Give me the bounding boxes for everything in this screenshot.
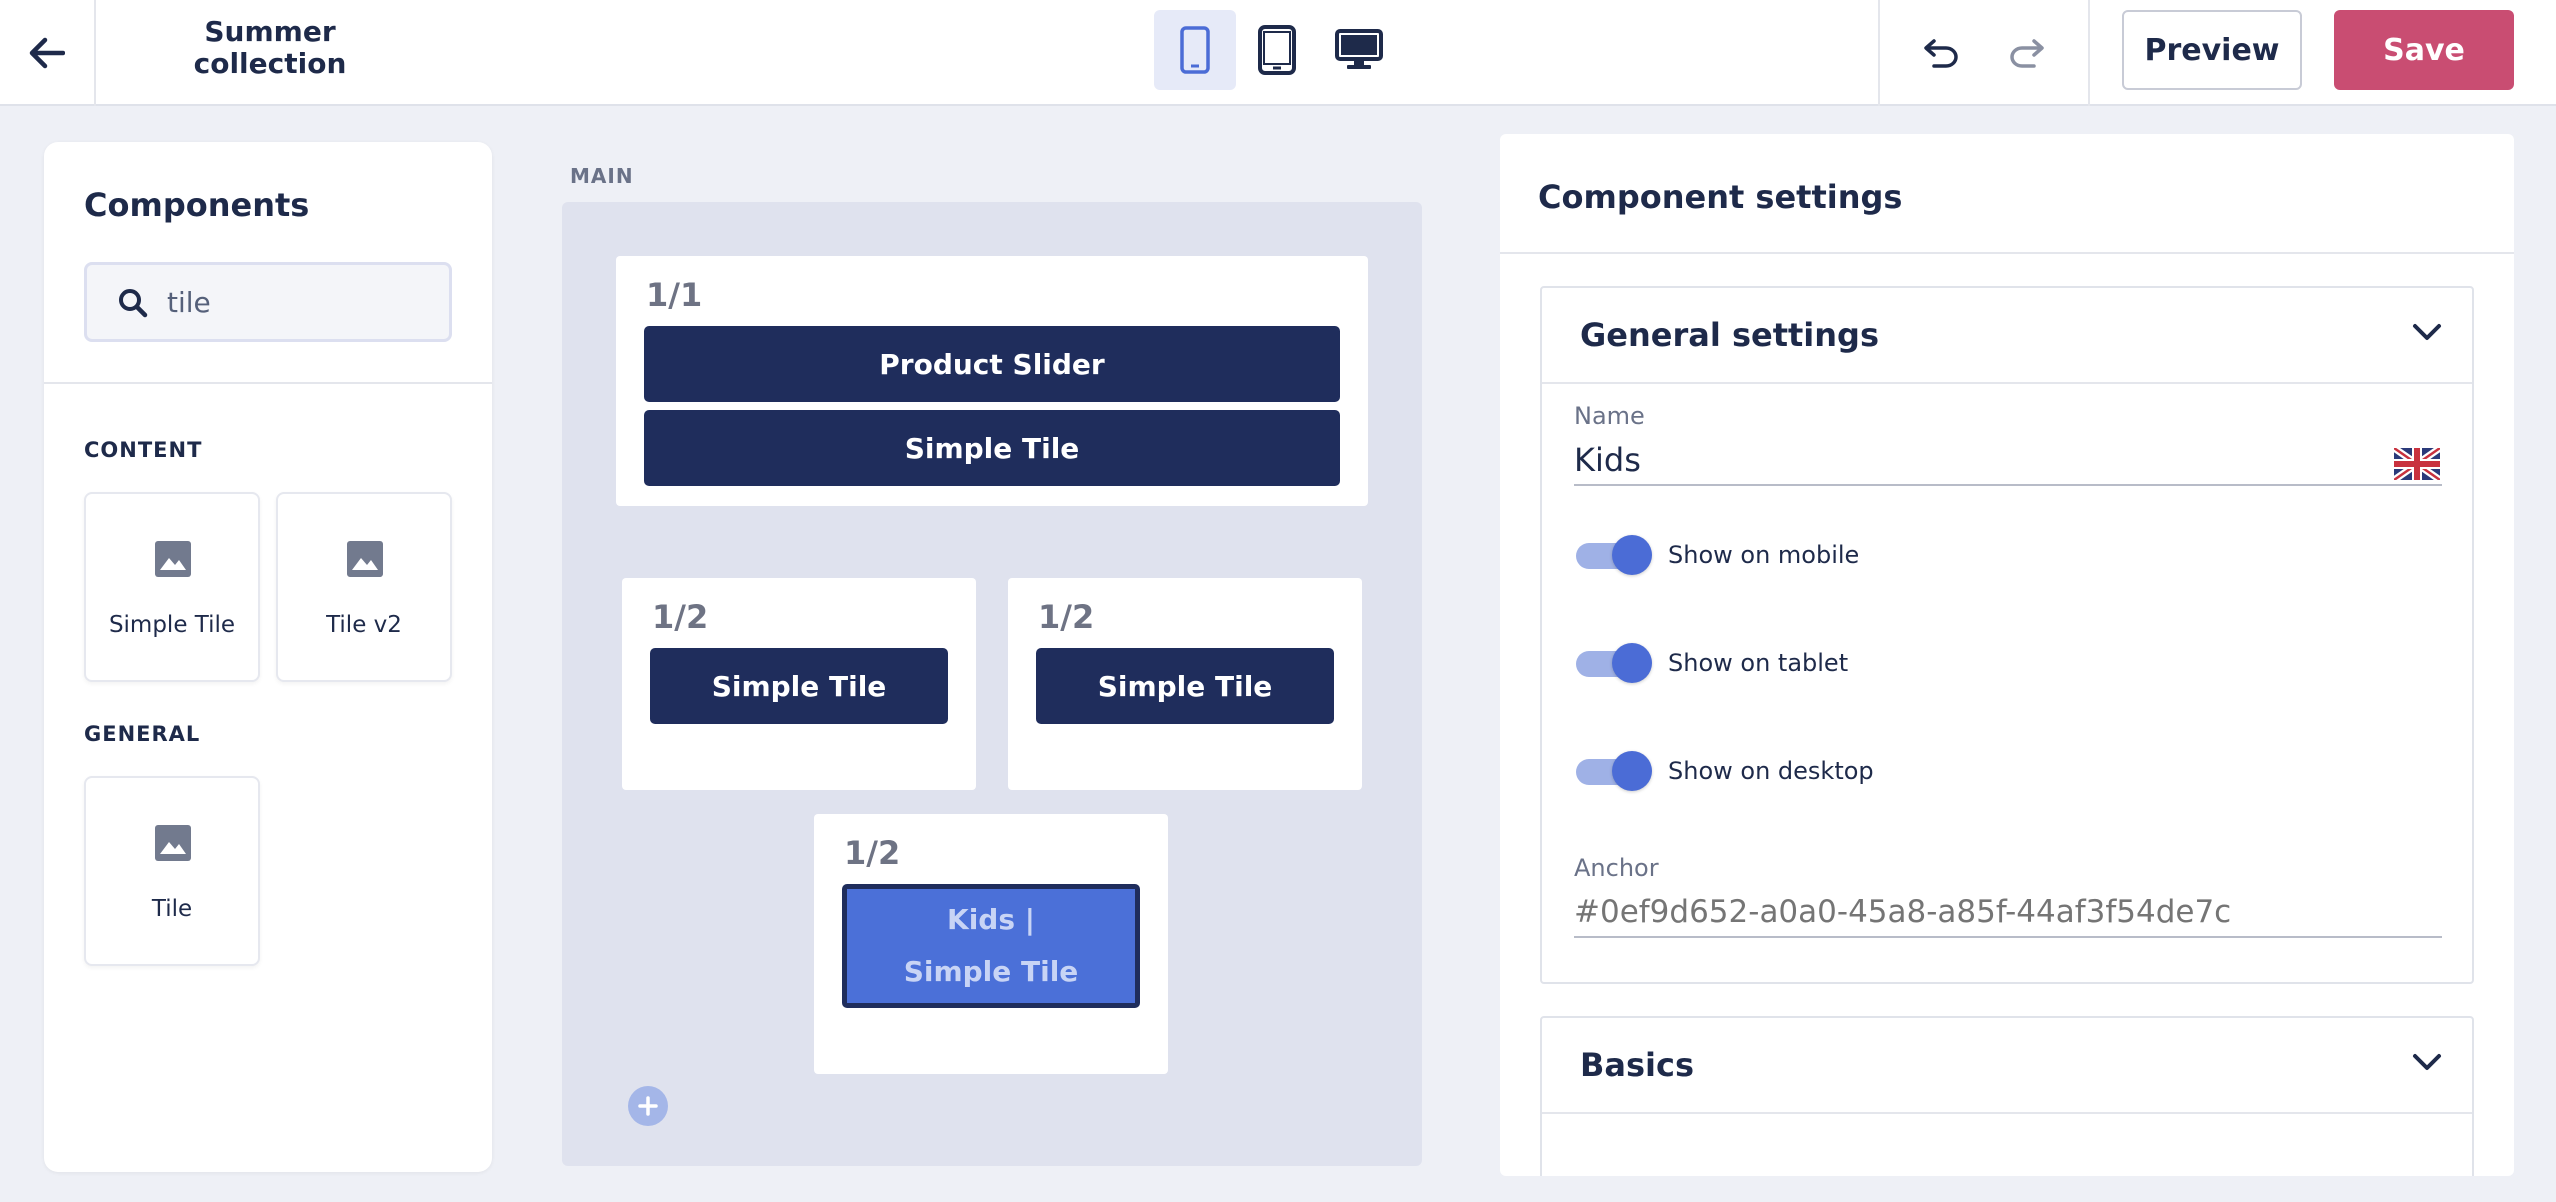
block-simple-tile[interactable]: Simple Tile xyxy=(644,410,1340,486)
search-icon xyxy=(119,289,148,318)
undo-icon xyxy=(1924,39,1958,68)
chevron-down-icon xyxy=(2413,324,2441,340)
basics-accordion: Basics xyxy=(1540,1016,2474,1176)
component-card-label: Tile xyxy=(151,896,193,922)
divider xyxy=(1500,252,2514,254)
divider xyxy=(2088,0,2090,106)
device-mobile-button[interactable] xyxy=(1154,10,1236,90)
toggle-label: Show on desktop xyxy=(1668,757,1874,785)
section-fraction: 1/2 xyxy=(652,598,709,636)
layout-canvas: 1/1 Product Slider Simple Tile 1/2 Simpl… xyxy=(562,202,1422,1166)
tablet-icon xyxy=(1258,25,1296,75)
name-field-label: Name xyxy=(1574,402,1645,430)
anchor-field[interactable] xyxy=(1574,888,2442,938)
component-settings-panel: Component settings General settings Name… xyxy=(1500,134,2514,1176)
mobile-icon xyxy=(1180,26,1210,74)
search-box xyxy=(84,262,452,342)
layout-section-full[interactable]: 1/1 Product Slider Simple Tile xyxy=(616,256,1368,506)
toggle-switch[interactable] xyxy=(1576,643,1652,683)
component-card-label: Tile v2 xyxy=(326,612,402,638)
components-title: Components xyxy=(84,186,310,224)
basics-header[interactable]: Basics xyxy=(1542,1018,2472,1114)
plus-icon xyxy=(638,1096,658,1116)
section-fraction: 1/2 xyxy=(1038,598,1095,636)
block-selected-type: Simple Tile xyxy=(903,955,1079,988)
toggle-show-on-desktop[interactable]: Show on desktop xyxy=(1576,746,1874,796)
device-desktop-button[interactable] xyxy=(1318,10,1400,90)
redo-icon xyxy=(2010,39,2044,68)
add-section-button[interactable] xyxy=(628,1086,668,1126)
block-selected-kids-simple-tile[interactable]: Kids | Simple Tile xyxy=(842,884,1140,1008)
divider xyxy=(44,382,492,384)
toggle-show-on-tablet[interactable]: Show on tablet xyxy=(1576,638,1848,688)
device-switcher xyxy=(1154,10,1400,90)
section-fraction: 1/1 xyxy=(646,276,703,314)
component-card-tile[interactable]: Tile xyxy=(84,776,260,966)
uk-flag-icon[interactable] xyxy=(2394,448,2440,480)
group-label-general: GENERAL xyxy=(84,722,201,746)
basics-title: Basics xyxy=(1580,1046,1695,1084)
image-icon xyxy=(155,541,191,577)
toggle-label: Show on mobile xyxy=(1668,541,1860,569)
back-button[interactable] xyxy=(0,0,96,106)
layout-section-half[interactable]: 1/2 Simple Tile xyxy=(1008,578,1362,790)
component-card-label: Simple Tile xyxy=(108,612,236,638)
block-simple-tile[interactable]: Simple Tile xyxy=(1036,648,1334,724)
page-title: Summer collection xyxy=(193,15,347,80)
image-icon xyxy=(155,825,191,861)
redo-button[interactable] xyxy=(1984,0,2072,106)
chevron-down-icon xyxy=(2413,1054,2441,1070)
image-icon xyxy=(347,541,383,577)
block-selected-title: Kids | xyxy=(947,903,1035,936)
group-label-content: CONTENT xyxy=(84,438,203,462)
toggle-switch[interactable] xyxy=(1576,535,1652,575)
layout-section-half[interactable]: 1/2 Kids | Simple Tile xyxy=(814,814,1168,1074)
search-input[interactable] xyxy=(167,279,437,325)
toggle-switch[interactable] xyxy=(1576,751,1652,791)
divider xyxy=(1878,0,1880,106)
device-tablet-button[interactable] xyxy=(1236,10,1318,90)
anchor-field-label: Anchor xyxy=(1574,854,1659,882)
component-card-simple-tile[interactable]: Simple Tile xyxy=(84,492,260,682)
component-card-tile-v2[interactable]: Tile v2 xyxy=(276,492,452,682)
save-button[interactable]: Save xyxy=(2334,10,2514,90)
general-settings-accordion: General settings Name Show on mobile Sho… xyxy=(1540,286,2474,984)
canvas-label: MAIN xyxy=(570,164,634,188)
block-simple-tile[interactable]: Simple Tile xyxy=(650,648,948,724)
top-bar: Summer collection Preview Save xyxy=(0,0,2556,106)
general-settings-title: General settings xyxy=(1580,316,1879,354)
components-panel: Components CONTENT Simple Tile Tile v2 G… xyxy=(44,142,492,1172)
undo-button[interactable] xyxy=(1896,0,1984,106)
block-product-slider[interactable]: Product Slider xyxy=(644,326,1340,402)
arrow-left-icon xyxy=(29,37,65,69)
desktop-icon xyxy=(1335,29,1383,69)
layout-section-half[interactable]: 1/2 Simple Tile xyxy=(622,578,976,790)
toggle-show-on-mobile[interactable]: Show on mobile xyxy=(1576,530,1859,580)
preview-button[interactable]: Preview xyxy=(2122,10,2302,90)
toggle-label: Show on tablet xyxy=(1668,649,1849,677)
settings-title: Component settings xyxy=(1538,178,1903,216)
general-settings-header[interactable]: General settings xyxy=(1542,288,2472,384)
section-fraction: 1/2 xyxy=(844,834,901,872)
name-field[interactable] xyxy=(1574,436,2442,486)
